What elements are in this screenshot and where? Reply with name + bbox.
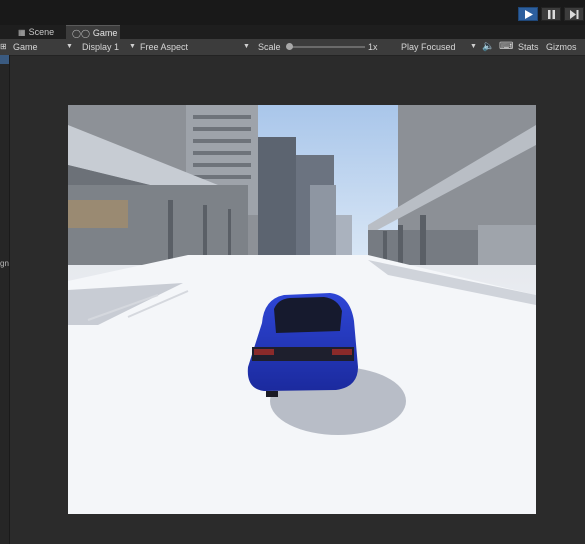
window-tab-bar: ▦ Scene ◯◯ Game (0, 25, 585, 39)
panel-selection-marker (0, 55, 9, 64)
play-mode-dropdown[interactable]: Play Focused (401, 39, 456, 55)
display-dropdown[interactable]: Display 1 (82, 39, 119, 55)
tab-scene[interactable]: ▦ Scene (12, 25, 64, 39)
game-toolbar: ⊞ Game ▼ Display 1 ▼ Free Aspect ▼ Scale… (0, 39, 585, 56)
tab-scene-label: Scene (28, 27, 55, 37)
left-panel-edge: gn (0, 55, 10, 544)
scale-label: Scale (258, 42, 281, 52)
scale-slider-track[interactable] (290, 46, 365, 48)
step-button[interactable] (564, 7, 584, 21)
step-icon (570, 10, 579, 19)
tab-game-label: Game (92, 28, 118, 38)
panel-text-fragment: gn (0, 259, 9, 268)
speaker-icon[interactable]: 🔈 (482, 39, 494, 55)
gamepad-icon: ◯◯ (72, 29, 90, 38)
game-viewport[interactable] (68, 105, 536, 514)
keyboard-icon[interactable]: ⌨ (499, 39, 513, 55)
chevron-down-icon: ▼ (470, 43, 477, 50)
city-street-scene (68, 105, 536, 514)
game-view-dropdown[interactable]: Game (13, 39, 38, 55)
panel-menu-icon[interactable]: ⊞ (0, 39, 7, 55)
tab-game[interactable]: ◯◯ Game (66, 25, 120, 39)
chevron-down-icon: ▼ (66, 43, 73, 50)
stats-button[interactable]: Stats (518, 39, 539, 55)
play-icon (525, 10, 533, 19)
scale-value: 1x (368, 42, 378, 52)
aspect-dropdown[interactable]: Free Aspect (140, 39, 188, 55)
chevron-down-icon: ▼ (243, 43, 250, 50)
gizmos-button[interactable]: Gizmos (546, 39, 577, 55)
pause-icon (548, 10, 555, 19)
chevron-down-icon: ▼ (129, 43, 136, 50)
play-button[interactable] (518, 7, 538, 21)
pause-button[interactable] (541, 7, 561, 21)
grid-icon: ▦ (18, 28, 26, 37)
scale-slider-handle[interactable] (286, 43, 293, 50)
play-mode-bar (0, 0, 585, 26)
